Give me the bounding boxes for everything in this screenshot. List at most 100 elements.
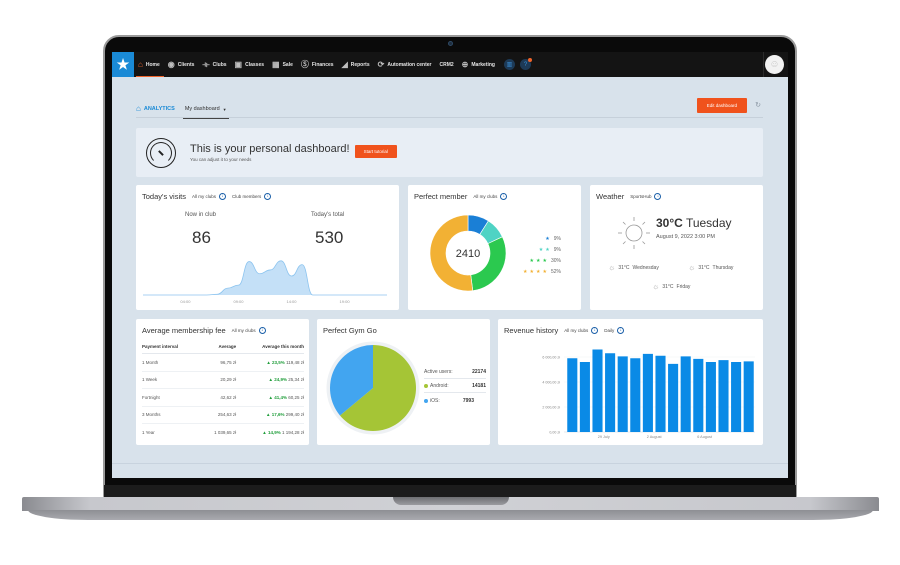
revenue-bar[interactable]: [592, 349, 603, 433]
change-value: 24,9%: [274, 377, 287, 383]
nav-item-reports[interactable]: ◢ Reports: [338, 52, 374, 77]
refresh-icon[interactable]: ↻: [755, 101, 761, 109]
nav-item-crm2[interactable]: CRM2: [436, 52, 458, 77]
banner-subtitle: You can adjust it to your needs: [190, 157, 252, 162]
android-legend-dot: [424, 383, 428, 388]
filter-label: All my clubs: [473, 194, 498, 199]
revenue-bar[interactable]: [731, 362, 742, 432]
star-icon: ★★★: [529, 258, 549, 264]
nav-item-clients[interactable]: ◉ Clients: [164, 52, 199, 77]
nav-item-marketing[interactable]: ⊕ Marketing: [458, 52, 499, 77]
revenue-bar[interactable]: [567, 358, 578, 432]
y-tick-label: 6 000,00 zł: [542, 356, 560, 360]
weather-card: Weather SportsHub ↓ 30°C Tuesday August 9…: [590, 185, 763, 310]
members-filter[interactable]: Club members ↓: [232, 193, 272, 200]
help-button[interactable]: ?: [520, 58, 532, 70]
start-tutorial-button[interactable]: Start tutorial: [354, 145, 397, 158]
table-row: Fortnight 42,62 zł ▲ 41,4% 60,25 zł: [142, 388, 304, 407]
month-value: 60,25 zł: [288, 394, 304, 400]
ios-value: 7993: [462, 398, 474, 404]
ios-label: iOS:: [430, 398, 440, 404]
card-title: Perfect member: [414, 192, 468, 201]
dropdown-icon: ↓: [218, 193, 226, 200]
revenue-bar[interactable]: [655, 355, 666, 432]
filter-label: SportsHub: [630, 194, 652, 199]
forecast-item: ☼ 31°C Wednesday: [608, 263, 659, 272]
android-value: 14181: [472, 383, 486, 389]
chevron-down-icon: ▼: [222, 106, 227, 112]
clubs-filter[interactable]: All my clubs ↓: [192, 193, 226, 200]
average-cell: 20,29 zł: [200, 371, 237, 389]
location-filter[interactable]: SportsHub ↓: [630, 193, 662, 200]
legend-percent: 30%: [550, 258, 561, 264]
forecast-item: ☼ 31°C Thursday: [688, 263, 733, 272]
nav-item-label: CRM2: [439, 61, 454, 68]
revenue-bar[interactable]: [668, 363, 679, 432]
nav-item-home[interactable]: ⌂ Home: [134, 52, 164, 77]
calendar-clock-icon: ▣: [234, 60, 243, 69]
clubs-filter[interactable]: All my clubs ↓: [232, 327, 266, 334]
dropdown-icon: ↓: [258, 327, 266, 334]
grid-icon: ▥: [506, 62, 513, 68]
top-navigation: ★ ⌂ Home ◉ Clients ⟛ Clubs ▣ Classes ▦ Sale Ⓢ Finan…: [112, 52, 788, 77]
forecast-day: Wednesday: [632, 264, 659, 271]
revenue-bar[interactable]: [579, 362, 590, 432]
revenue-bar[interactable]: [680, 356, 691, 432]
month-cell: ▲ 24,9% 25,34 zł: [236, 371, 304, 389]
nav-item-classes[interactable]: ▣ Classes: [231, 52, 268, 77]
android-label: Android:: [430, 383, 449, 389]
edit-dashboard-button[interactable]: Edit dashboard: [696, 98, 747, 113]
revenue-bar[interactable]: [617, 356, 628, 432]
logo-star-icon[interactable]: ★: [112, 52, 134, 77]
forecast-temp: 31°C: [662, 283, 674, 290]
forecast-temp: 31°C: [618, 264, 630, 271]
sun-icon: ☼: [608, 263, 616, 272]
legend-item: ★★ 9%: [539, 247, 561, 253]
star-icon: ★★: [538, 247, 552, 253]
dropdown-icon: ↓: [500, 193, 508, 200]
legend-item: ★★★ 30%: [530, 258, 561, 264]
revenue-bar[interactable]: [743, 361, 754, 432]
chart-icon: ◢: [341, 60, 348, 69]
todays-visits-card: Today's visits All my clubs ↓ Club member…: [136, 185, 399, 310]
nav-item-label: Automation center: [387, 61, 432, 68]
section-label: ANALYTICS: [143, 105, 175, 112]
home-icon: ⌂: [136, 104, 141, 113]
membership-fee-card: Average membership fee All my clubs ↓ Pay…: [136, 319, 309, 445]
dashboard-select[interactable]: My dashboard ▼: [182, 101, 229, 119]
nav-item-finances[interactable]: Ⓢ Finances: [297, 52, 338, 77]
help-icon: ?: [523, 61, 528, 68]
card-title: Weather: [596, 192, 625, 201]
fee-table: Payment interval Average Average this mo…: [142, 341, 304, 441]
perfect-member-card: Perfect member All my clubs ↓ 2410 ★ 9% ★★ 9…: [408, 185, 581, 310]
legend-percent: 9%: [553, 247, 561, 253]
app-users-pie-chart: [326, 341, 420, 435]
x-tick-label: 14:00: [287, 299, 298, 304]
avatar[interactable]: ☺: [765, 55, 784, 74]
interval-cell: 1 Week: [142, 371, 201, 389]
visits-area: [143, 260, 387, 295]
speedometer-icon: [146, 137, 176, 168]
nav-item-sale[interactable]: ▦ Sale: [268, 52, 297, 77]
change-value: 23,5%: [272, 359, 285, 365]
clubs-filter[interactable]: All my clubs ↓: [473, 193, 508, 200]
revenue-bar[interactable]: [630, 358, 641, 432]
nav-item-clubs[interactable]: ⟛ Clubs: [198, 52, 230, 77]
breadcrumb-analytics[interactable]: ⌂ ANALYTICS: [136, 104, 175, 113]
month-value: 1 194,28 zł: [281, 430, 304, 435]
member-donut-chart: 2410: [429, 214, 507, 292]
revenue-bar[interactable]: [642, 353, 653, 432]
revenue-bar[interactable]: [718, 360, 729, 432]
month-cell: ▲ 23,5% 119,48 zł: [236, 353, 304, 372]
forecast-temp: 31°C: [698, 264, 710, 271]
revenue-bar[interactable]: [605, 353, 616, 432]
revenue-bar[interactable]: [693, 358, 704, 432]
now-in-club-value: 86: [192, 228, 211, 247]
revenue-bar[interactable]: [705, 362, 716, 432]
current-temp: 30°C: [656, 216, 683, 230]
nav-item-automation-center[interactable]: ⟳ Automation center: [374, 52, 436, 77]
integrations-button[interactable]: ▥: [504, 59, 515, 70]
interval-cell: 3 Months: [142, 406, 201, 424]
month-value: 119,48 zł: [286, 359, 304, 365]
nav-item-label: Marketing: [471, 61, 495, 68]
